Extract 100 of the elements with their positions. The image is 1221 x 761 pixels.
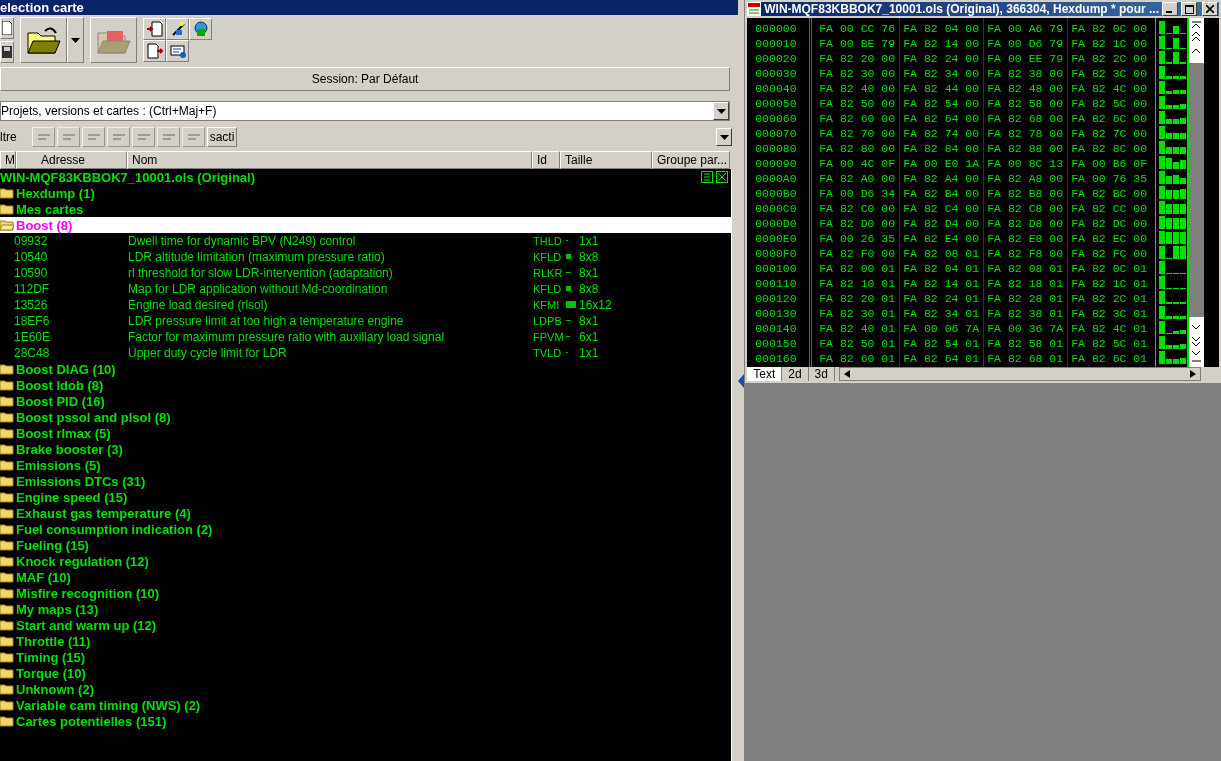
- name-cell: Map for LDR application without Md-coordination: [128, 282, 388, 296]
- hex-bytes: FA 82 B4 00: [902, 187, 978, 200]
- tree-row[interactable]: Emissions DTCs (31): [0, 473, 731, 489]
- hex-bytes: FA 00 26 35: [818, 232, 894, 245]
- size-cell: 1x1: [579, 346, 599, 360]
- export-button[interactable]: [143, 40, 166, 62]
- toggle-button[interactable]: sacti: [207, 127, 237, 147]
- folder-icon: [0, 587, 14, 599]
- tree-row[interactable]: Boost PID (16): [0, 393, 731, 409]
- column-header[interactable]: M: [0, 151, 16, 169]
- folder-icon: [0, 619, 14, 631]
- open-button[interactable]: [20, 17, 67, 63]
- tree-row[interactable]: Emissions (5): [0, 457, 731, 473]
- scroll-right-icon[interactable]: [1190, 370, 1196, 378]
- folder-icon: [26, 25, 61, 55]
- folder-icon: [0, 475, 14, 487]
- size-icon: [566, 254, 571, 259]
- hex-bytes: FA 82 78 00: [986, 127, 1062, 140]
- hex-bytes: FA 82 40 00: [818, 82, 894, 95]
- tree-row[interactable]: Brake booster (3): [0, 441, 731, 457]
- horizontal-scrollbar[interactable]: [838, 367, 1201, 381]
- maximize-icon: [1184, 4, 1194, 14]
- filter-button[interactable]: [82, 127, 105, 147]
- column-header[interactable]: Taille: [560, 151, 652, 169]
- folder-label: Throttle (11): [16, 633, 91, 649]
- close-button[interactable]: [1202, 2, 1218, 16]
- tree-row[interactable]: Engine speed (15): [0, 489, 731, 505]
- filter-button[interactable]: [107, 127, 130, 147]
- column-header[interactable]: Groupe par...: [652, 151, 730, 169]
- id-cell: KFLD: [533, 283, 562, 295]
- filter-button[interactable]: [182, 127, 205, 147]
- send-button[interactable]: [166, 40, 189, 62]
- tree-row[interactable]: Knock regulation (12): [0, 553, 731, 569]
- hex-bytes: FA 82 E8 00: [986, 232, 1062, 245]
- hex-bytes: FA 00 8C 13: [986, 157, 1062, 170]
- tree-row[interactable]: Timing (15): [0, 649, 731, 665]
- dropdown-button[interactable]: [716, 128, 733, 146]
- filter-button[interactable]: [32, 127, 55, 147]
- tree-row[interactable]: Exhaust gas temperature (4): [0, 505, 731, 521]
- tree-row[interactable]: Boost DIAG (10): [0, 361, 731, 377]
- dropdown-button[interactable]: [67, 17, 84, 63]
- hex-bytes: FA 82 20 01: [818, 292, 894, 305]
- column-header[interactable]: Adresse: [16, 151, 127, 169]
- tree-row[interactable]: MAF (10): [0, 569, 731, 585]
- tree-row[interactable]: Boost ldob (8): [0, 377, 731, 393]
- column-header[interactable]: Nom: [127, 151, 532, 169]
- scroll-down-icon[interactable]: [1189, 317, 1205, 367]
- address-cell: 112DF: [14, 282, 50, 296]
- window-title: election carte: [0, 0, 739, 15]
- address-cell: 18EF6: [14, 314, 50, 328]
- tree-row[interactable]: Fueling (15): [0, 537, 731, 553]
- wizard-button[interactable]: [166, 18, 189, 40]
- hex-bytes: FA 82 38 01: [986, 307, 1062, 320]
- tree-row[interactable]: Boost rlmax (5): [0, 425, 731, 441]
- folder-icon: [0, 363, 14, 375]
- folder-label: Boost rlmax (5): [16, 425, 111, 441]
- size-cell: 8x1: [579, 266, 599, 280]
- minimize-button[interactable]: [1162, 2, 1178, 16]
- open-project-button[interactable]: [90, 17, 137, 63]
- scroll-up-icon[interactable]: [1189, 18, 1205, 63]
- import-icon: [146, 21, 163, 37]
- view-tab[interactable]: Text: [747, 367, 783, 381]
- tree-row[interactable]: Misfire recognition (10): [0, 585, 731, 601]
- tree-row[interactable]: Unknown (2): [0, 681, 731, 697]
- folder-label: Variable cam timing (NWS) (2): [16, 697, 201, 713]
- hex-bytes: FA 82 34 00: [902, 67, 978, 80]
- folder-icon: [0, 683, 14, 695]
- session-bar[interactable]: Session: Par Défaut: [0, 67, 731, 91]
- maximize-button[interactable]: [1181, 2, 1197, 16]
- tree-row[interactable]: Boost pssol and plsol (8): [0, 409, 731, 425]
- tree-row[interactable]: Start and warm up (12): [0, 617, 731, 633]
- tree-row[interactable]: Torque (10): [0, 665, 731, 681]
- globe-icon: [192, 21, 209, 37]
- tree-row[interactable]: Throttle (11): [0, 633, 731, 649]
- collapse-arrow-icon[interactable]: [738, 373, 745, 388]
- network-button[interactable]: [189, 18, 212, 40]
- search-field[interactable]: Projets, versions et cartes : (Ctrl+Maj+F): [0, 101, 731, 121]
- filter-button[interactable]: [57, 127, 80, 147]
- tree-row[interactable]: Hexdump (1): [0, 185, 731, 201]
- folder-label: Start and warm up (12): [16, 617, 157, 633]
- new-page-button[interactable]: [0, 17, 14, 39]
- offset-cell-text: 0000D0: [754, 217, 798, 230]
- save-button[interactable]: [0, 41, 14, 63]
- dropdown-button[interactable]: [713, 102, 730, 120]
- column-header[interactable]: Id: [532, 151, 560, 169]
- hex-bytes: FA 82 48 00: [986, 82, 1062, 95]
- filter-button[interactable]: [132, 127, 155, 147]
- filter-button[interactable]: [157, 127, 180, 147]
- folder-label: Cartes potentielles (151): [16, 713, 167, 729]
- folder-label: Engine speed (15): [16, 489, 128, 505]
- tree-row[interactable]: Variable cam timing (NWS) (2): [0, 697, 731, 713]
- tree-row[interactable]: Mes cartes: [0, 201, 731, 217]
- name-cell: Upper duty cycle limit for LDR: [128, 346, 287, 360]
- hex-bytes: FA 82 18 01: [986, 277, 1062, 290]
- tree-row[interactable]: Fuel consumption indication (2): [0, 521, 731, 537]
- tree-row[interactable]: Cartes potentielles (151): [0, 713, 731, 729]
- import-button[interactable]: [143, 18, 166, 40]
- tree-row[interactable]: My maps (13): [0, 601, 731, 617]
- offset-cell-text: 000060: [754, 112, 798, 125]
- scroll-left-icon[interactable]: [843, 370, 850, 378]
